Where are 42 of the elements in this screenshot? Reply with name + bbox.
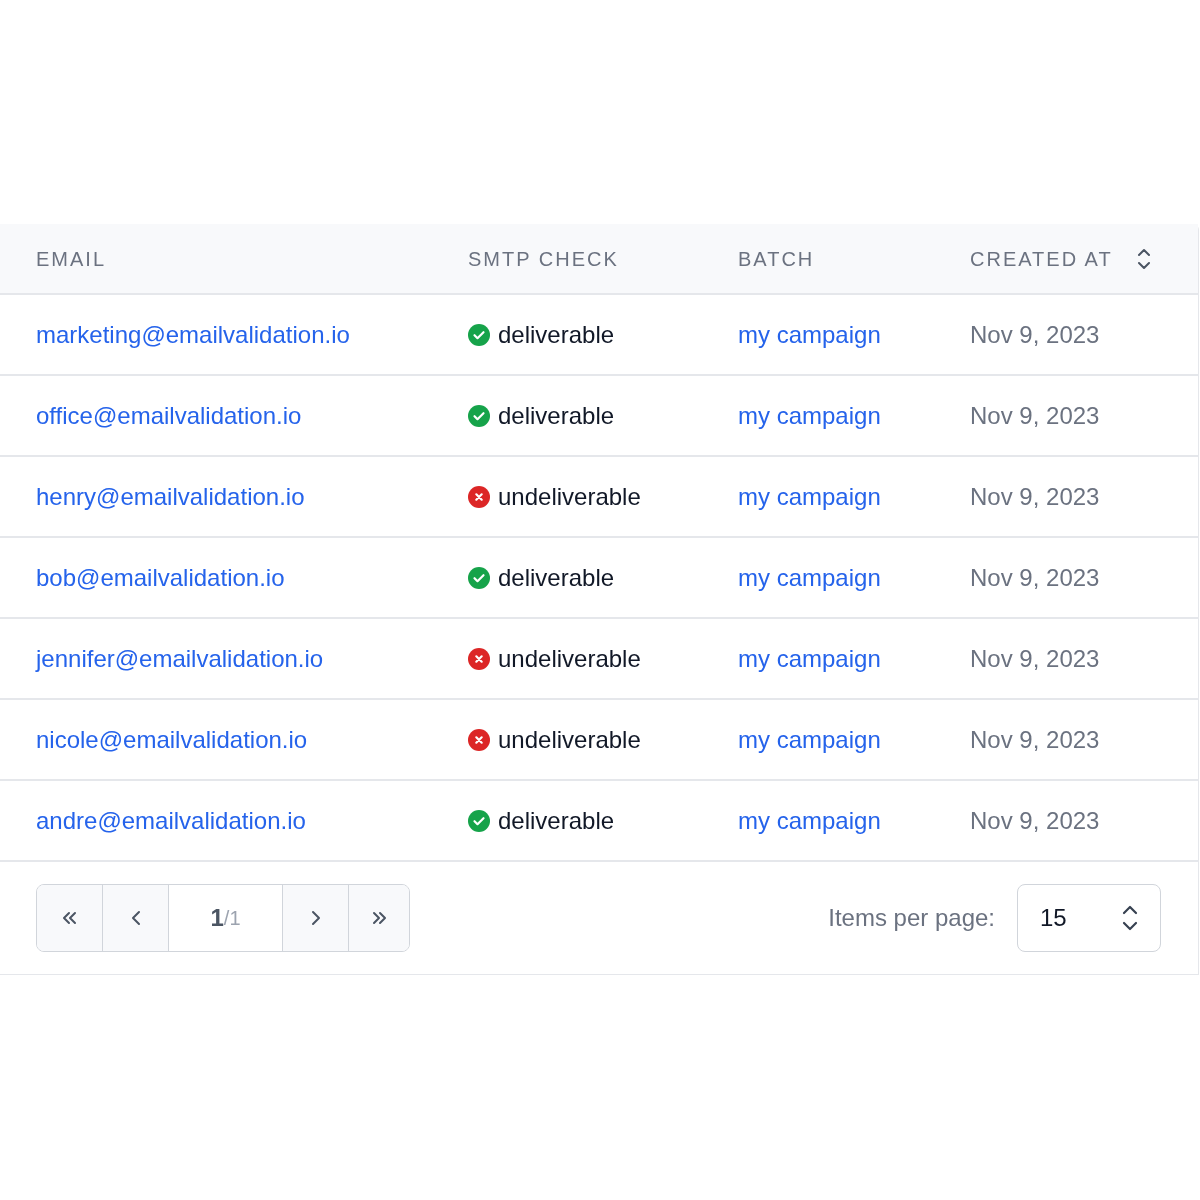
previous-page-button[interactable] [103,885,169,951]
page-total: /1 [223,906,241,931]
status-text: deliverable [498,319,615,350]
first-page-button[interactable] [37,885,103,951]
items-per-page-select[interactable]: 15 [1017,884,1161,952]
status-text: undeliverable [498,481,641,512]
status-text: deliverable [498,562,615,593]
email-link[interactable]: marketing@emailvalidation.io [36,320,350,348]
date-text: Nov 9, 2023 [970,644,1100,672]
date-text: Nov 9, 2023 [970,401,1100,429]
column-header: EMAIL [36,246,107,272]
date-text: Nov 9, 2023 [970,320,1100,348]
sort-icon[interactable] [1136,247,1151,270]
email-link[interactable]: office@emailvalidation.io [36,401,302,429]
next-page-button[interactable] [283,885,349,951]
email-link[interactable]: jennifer@emailvalidation.io [36,644,324,672]
status-text: undeliverable [498,724,641,755]
batch-link[interactable]: my campaign [738,644,881,672]
email-link[interactable]: bob@emailvalidation.io [36,563,285,591]
batch-link[interactable]: my campaign [738,320,881,348]
last-page-button[interactable] [349,885,409,951]
chevron-up-down-icon [1122,904,1138,932]
email-link[interactable]: andre@emailvalidation.io [36,806,306,834]
status-text: deliverable [498,805,615,836]
date-text: Nov 9, 2023 [970,806,1100,834]
status-text: undeliverable [498,643,641,674]
column-header: SMTP CHECK [468,246,619,272]
date-text: Nov 9, 2023 [970,482,1100,510]
email-link[interactable]: nicole@emailvalidation.io [36,725,308,753]
column-header: BATCH [738,246,815,272]
date-text: Nov 9, 2023 [970,563,1100,591]
date-text: Nov 9, 2023 [970,725,1100,753]
batch-link[interactable]: my campaign [738,401,881,429]
email-link[interactable]: henry@emailvalidation.io [36,482,305,510]
batch-link[interactable]: my campaign [738,725,881,753]
batch-link[interactable]: my campaign [738,482,881,510]
batch-link[interactable]: my campaign [738,806,881,834]
column-header[interactable]: CREATED AT [970,243,1113,274]
items-per-page-label: Items per page: [828,903,995,933]
page-number: 1 [210,903,224,933]
batch-link[interactable]: my campaign [738,563,881,591]
status-text: deliverable [498,400,615,431]
